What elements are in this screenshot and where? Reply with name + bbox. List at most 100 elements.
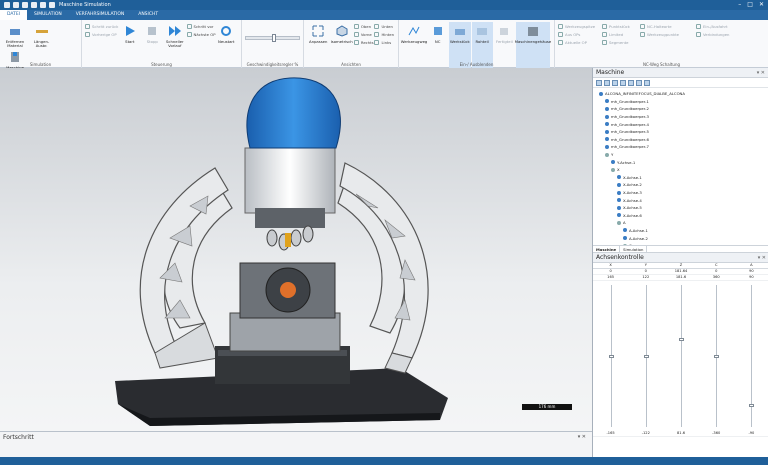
speed-slider[interactable]	[245, 34, 300, 42]
machine-tree: ALCONA_INFINITEFOCUS_DIALBE_ALCONA mh_Gru…	[593, 88, 768, 245]
tree-tool-icon[interactable]	[628, 79, 634, 86]
axis-value: 0	[609, 269, 612, 273]
new-icon[interactable]	[13, 2, 19, 8]
tree-node[interactable]: X	[593, 166, 768, 174]
3d-viewport[interactable]	[0, 68, 592, 431]
limited-toggle[interactable]: Limited	[602, 30, 640, 38]
tree-node-label: ALCONA_INFINITEFOCUS_DIALBE_ALCONA	[605, 91, 685, 97]
length-button[interactable]: Längen-Ausbr.	[30, 22, 54, 48]
minimize-icon[interactable]: –	[738, 1, 741, 8]
axis-column-header: A	[750, 263, 753, 267]
view-front-button[interactable]: Vorne	[353, 30, 375, 38]
tree-node[interactable]: X-Achse-3	[593, 189, 768, 197]
nc-stops-toggle[interactable]: NC-Halteorte	[640, 22, 696, 30]
slider-thumb[interactable]	[643, 355, 649, 358]
tab-ansicht[interactable]: ANSICHT	[131, 10, 165, 20]
tree-node-label: mh_Grundkoerper-2	[611, 106, 649, 112]
node-icon	[617, 220, 621, 225]
tree-node[interactable]: ALCONA_INFINITEFOCUS_DIALBE_ALCONA	[593, 90, 768, 98]
tree-node[interactable]: mh_Grundkoerper-7	[593, 143, 768, 151]
tree-tool-icon[interactable]	[604, 79, 610, 86]
remove-material-button[interactable]: Entfernen Material	[3, 22, 27, 48]
tree-node[interactable]: mh_Grundkoerper-4	[593, 120, 768, 128]
tree-node[interactable]: Y	[593, 151, 768, 159]
tool-points-toggle[interactable]: Werkzeugpunkte	[640, 30, 696, 38]
axis-min: -360	[712, 431, 721, 435]
tab-verfahrsimulation[interactable]: VERFAHRSIMULATION	[69, 10, 132, 20]
tree-node[interactable]: A	[593, 219, 768, 227]
slider-thumb[interactable]	[679, 338, 684, 342]
axis-slider[interactable]	[628, 281, 663, 431]
tab-datei[interactable]: DATEI	[0, 10, 28, 20]
save-icon[interactable]	[31, 2, 37, 8]
tree-tool-icon[interactable]	[612, 79, 618, 86]
step-back-button[interactable]: Schritt zurück	[85, 22, 119, 30]
axis-slider[interactable]	[593, 281, 628, 431]
tab-simulation[interactable]: SIMULATION	[27, 10, 69, 20]
tree-node[interactable]: A-Achse-2	[593, 234, 768, 242]
tree-node[interactable]: X-Achse-5	[593, 204, 768, 212]
pin-icon[interactable]: ▾	[758, 255, 761, 261]
redo-icon[interactable]	[49, 2, 55, 8]
tree-node[interactable]: mh_Grundkoerper-6	[593, 136, 768, 144]
tree-node[interactable]: mh_Grundkoerper-3	[593, 113, 768, 121]
node-icon	[617, 198, 621, 203]
tree-node-label: Y	[611, 152, 614, 158]
axis-slider[interactable]	[734, 281, 768, 431]
undo-icon[interactable]	[40, 2, 46, 8]
tree-node[interactable]: mh_Grundkoerper-5	[593, 128, 768, 136]
tree-node[interactable]: A-Achse-1	[593, 227, 768, 235]
from-ops-toggle[interactable]: Aus OPs	[558, 30, 602, 38]
slider-thumb[interactable]	[749, 404, 755, 407]
group-ein-ausblenden: Werkzeugweg NC Werkstück Rohteil Fertigt…	[399, 20, 555, 68]
pin-icon[interactable]: ▾	[578, 434, 581, 440]
connections-toggle[interactable]: Verbindungen	[696, 30, 746, 38]
view-bottom-button[interactable]: Unten	[374, 22, 395, 30]
tree-node[interactable]: mh_Grundkoerper-1	[593, 98, 768, 106]
step-forward-button[interactable]: Schritt vor	[186, 22, 216, 30]
tree-node[interactable]: X-Achse-6	[593, 212, 768, 220]
axis-max: 122	[642, 275, 650, 279]
node-icon	[605, 137, 609, 142]
tree-node[interactable]: X-Achse-4	[593, 196, 768, 204]
current-op-toggle[interactable]: Aktuelle OP	[558, 38, 602, 46]
view-top-button[interactable]: Oben	[353, 22, 375, 30]
tab-maschine[interactable]: Maschine	[593, 246, 621, 252]
tree-node[interactable]: Y-Achse-1	[593, 158, 768, 166]
point-piece-toggle[interactable]: Punktstück	[602, 22, 640, 30]
axis-slider[interactable]	[699, 281, 734, 431]
tree-tool-icon[interactable]	[620, 79, 626, 86]
pin-icon[interactable]: ▾	[757, 70, 760, 76]
axis-max: 181.6	[675, 275, 687, 279]
tree-tool-icon[interactable]	[596, 79, 602, 86]
view-right-button[interactable]: Rechts	[353, 38, 375, 46]
tab-simulation-panel[interactable]: Simulation	[620, 246, 648, 252]
machine-panel-tabs: Maschine Simulation	[593, 245, 768, 253]
slider-thumb[interactable]	[608, 355, 614, 358]
tool-tip-toggle[interactable]: Werkzeugspitze	[558, 22, 602, 30]
axis-slider[interactable]	[663, 281, 698, 431]
next-op-button[interactable]: Nächste OP	[186, 30, 216, 38]
segments-toggle[interactable]: Segmente	[602, 38, 640, 46]
maximize-icon[interactable]: □	[747, 1, 753, 8]
close-icon[interactable]: ✕	[762, 255, 766, 261]
tree-node[interactable]: X-Achse-1	[593, 174, 768, 182]
slider-thumb[interactable]	[714, 355, 720, 358]
tree-node[interactable]: X-Achse-2	[593, 181, 768, 189]
close-icon[interactable]: ✕	[761, 70, 765, 76]
tree-tool-icon[interactable]	[644, 79, 650, 86]
tree-node[interactable]: mh_Grundkoerper-2	[593, 105, 768, 113]
view-left-button[interactable]: Links	[374, 38, 395, 46]
node-icon	[617, 175, 621, 180]
speed-slider-thumb[interactable]	[272, 34, 276, 42]
axis-panel-header: Achsenkontrolle ▾ ✕	[593, 253, 768, 263]
close-icon[interactable]: ✕	[582, 434, 586, 440]
node-icon	[599, 91, 603, 96]
open-icon[interactable]	[22, 2, 28, 8]
previous-op-button[interactable]: Vorherige OP	[85, 30, 119, 38]
tree-tool-icon[interactable]	[636, 79, 642, 86]
node-icon	[623, 236, 627, 241]
close-icon[interactable]: ✕	[759, 1, 764, 8]
entry-exit-toggle[interactable]: Ein-/Ausfahrt	[696, 22, 746, 30]
view-back-button[interactable]: Hinten	[374, 30, 395, 38]
